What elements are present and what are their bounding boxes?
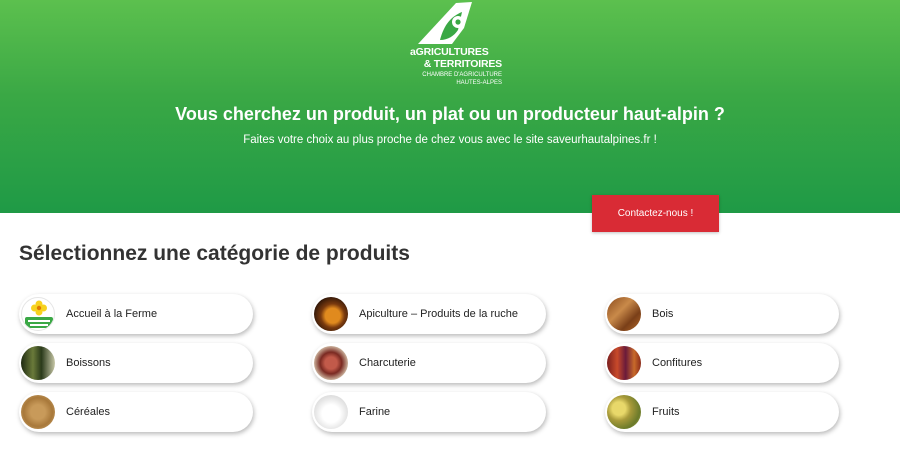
bienvenue-a-la-ferme-logo-icon: [21, 297, 55, 331]
category-boissons[interactable]: Boissons: [19, 343, 253, 383]
category-cereales[interactable]: Céréales: [19, 392, 253, 432]
category-label: Accueil à la Ferme: [66, 308, 158, 320]
header-banner: aGRICULTURES & TERRITOIRES CHAMBRE D'AGR…: [0, 0, 900, 213]
hero-subtitle: Faites votre choix au plus proche de che…: [243, 134, 657, 146]
fruits-photo-icon: [607, 395, 641, 429]
category-fruits[interactable]: Fruits: [605, 392, 839, 432]
category-apiculture[interactable]: Apiculture – Produits de la ruche: [312, 294, 546, 334]
wood-photo-icon: [607, 297, 641, 331]
category-label: Confitures: [652, 357, 703, 369]
category-label: Céréales: [66, 406, 111, 418]
logo-text-chambre: CHAMBRE D'AGRICULTURE: [422, 72, 502, 78]
jam-jars-photo-icon: [607, 346, 641, 380]
category-label: Fruits: [652, 406, 680, 418]
category-label: Farine: [359, 406, 391, 418]
logo-text-territoires: & TERRITOIRES: [423, 58, 503, 70]
charcuterie-photo-icon: [314, 346, 348, 380]
category-charcuterie[interactable]: Charcuterie: [312, 343, 546, 383]
category-label: Boissons: [66, 357, 111, 369]
category-confitures[interactable]: Confitures: [605, 343, 839, 383]
hero-title: Vous cherchez un produit, un plat ou un …: [175, 104, 725, 124]
category-label: Bois: [652, 308, 674, 320]
chamber-logo-icon: [418, 2, 472, 44]
site-logo[interactable]: aGRICULTURES & TERRITOIRES CHAMBRE D'AGR…: [405, 0, 503, 92]
bottles-photo-icon: [21, 346, 55, 380]
logo-text-agricultures: aGRICULTURES: [410, 46, 489, 58]
category-label: Charcuterie: [359, 357, 416, 369]
category-farine[interactable]: Farine: [312, 392, 546, 432]
logo-text-hautes-alpes: HAUTES-ALPES: [456, 80, 502, 86]
category-label: Apiculture – Produits de la ruche: [359, 308, 518, 320]
category-accueil-a-la-ferme[interactable]: Accueil à la Ferme: [19, 294, 253, 334]
section-title: Sélectionnez une catégorie de produits: [19, 242, 410, 265]
flour-photo-icon: [314, 395, 348, 429]
honey-photo-icon: [314, 297, 348, 331]
contact-button[interactable]: Contactez-nous !: [592, 195, 719, 232]
grains-photo-icon: [21, 395, 55, 429]
category-bois[interactable]: Bois: [605, 294, 839, 334]
